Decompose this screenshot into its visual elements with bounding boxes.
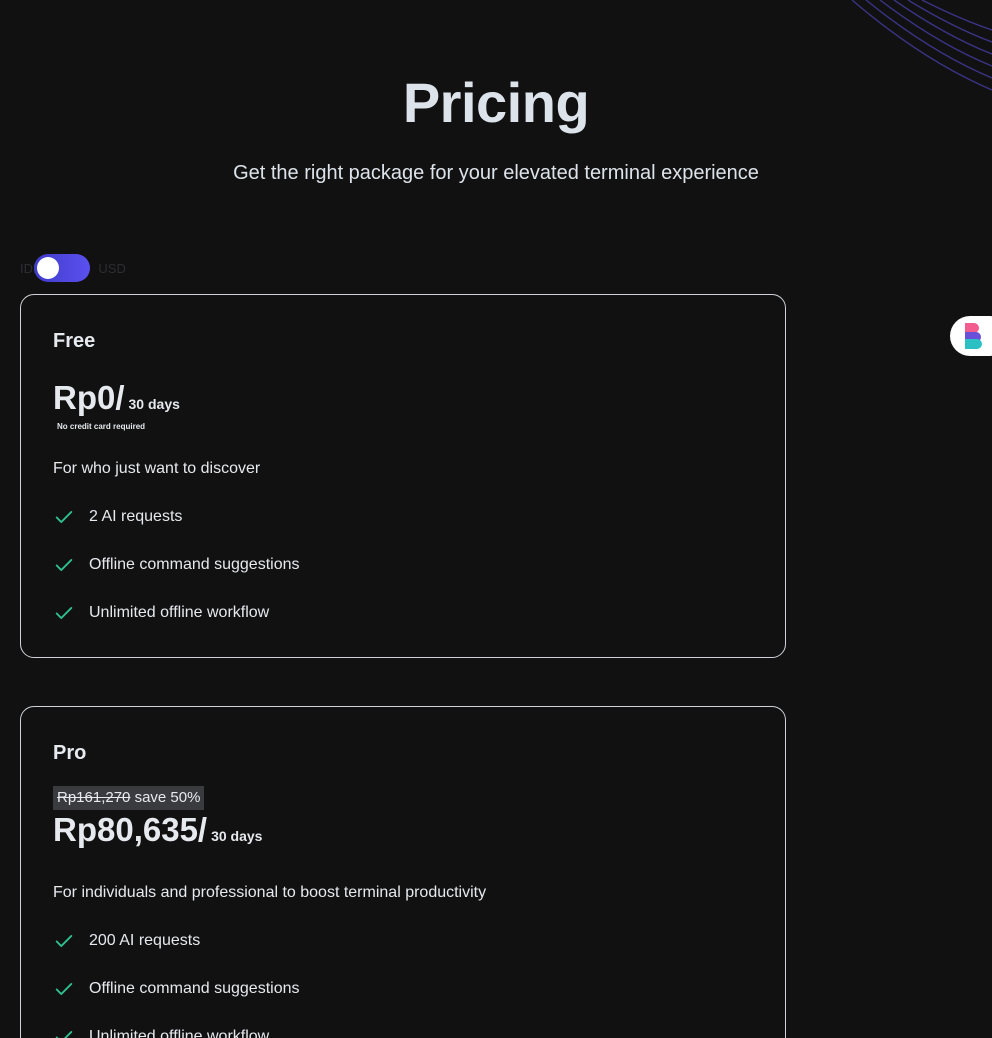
plan-price: Rp0/ [53,379,125,416]
feature-item: Offline command suggestions [53,541,299,589]
check-icon [55,935,73,947]
feature-text: 200 AI requests [89,932,201,949]
feature-item: 200 AI requests [53,917,299,965]
feature-text: 2 AI requests [89,508,183,525]
feature-item: 2 AI requests [53,493,299,541]
plan-name: Free [53,330,96,352]
brand-logo-icon [965,323,982,349]
feature-text: Offline command suggestions [89,980,300,997]
feature-item: Unlimited offline workflow [53,1013,299,1038]
feature-text: Offline command suggestions [89,556,300,573]
discount-text: save 50% [134,789,201,806]
currency-toggle[interactable] [34,254,91,282]
feature-item: Unlimited offline workflow [53,589,299,637]
original-price: Rp161,270 [57,789,131,806]
currency-switch: IDR USD [20,254,126,282]
feature-text: Unlimited offline workflow [89,1028,270,1038]
check-icon [55,983,73,995]
price-row: Rp80,635/ 30 days [53,811,262,849]
floating-widget-button[interactable] [950,316,992,356]
plan-description: For who just want to discover [53,460,261,477]
price-row: Rp0/ 30 days [53,379,180,417]
plan-price: Rp80,635/ [53,811,208,848]
check-icon [55,607,73,619]
plan-card-free: Free Rp0/ 30 days No credit card require… [20,294,786,658]
plan-description: For individuals and professional to boos… [53,884,487,901]
feature-list: 2 AI requests Offline command suggestion… [53,493,299,637]
toggle-knob [37,257,60,279]
plan-period: 30 days [128,396,180,412]
plan-period: 30 days [211,828,263,844]
feature-text: Unlimited offline workflow [89,604,270,621]
plan-name: Pro [53,742,87,764]
check-icon [55,511,73,523]
plan-card-pro: Pro Rp161,270 save 50% Rp80,635/ 30 days… [20,706,786,1038]
feature-item: Offline command suggestions [53,965,299,1013]
discount-badge: Rp161,270 save 50% [53,786,205,810]
check-icon [55,559,73,571]
check-icon [55,1031,73,1038]
currency-label-usd[interactable]: USD [98,261,125,276]
page-subtitle: Get the right package for your elevated … [233,162,759,184]
page-title: Pricing [402,71,590,134]
plan-note: No credit card required [57,422,146,431]
feature-list: 200 AI requests Offline command suggesti… [53,917,299,1038]
pricing-page: Pricing Get the right package for your e… [0,0,992,1038]
